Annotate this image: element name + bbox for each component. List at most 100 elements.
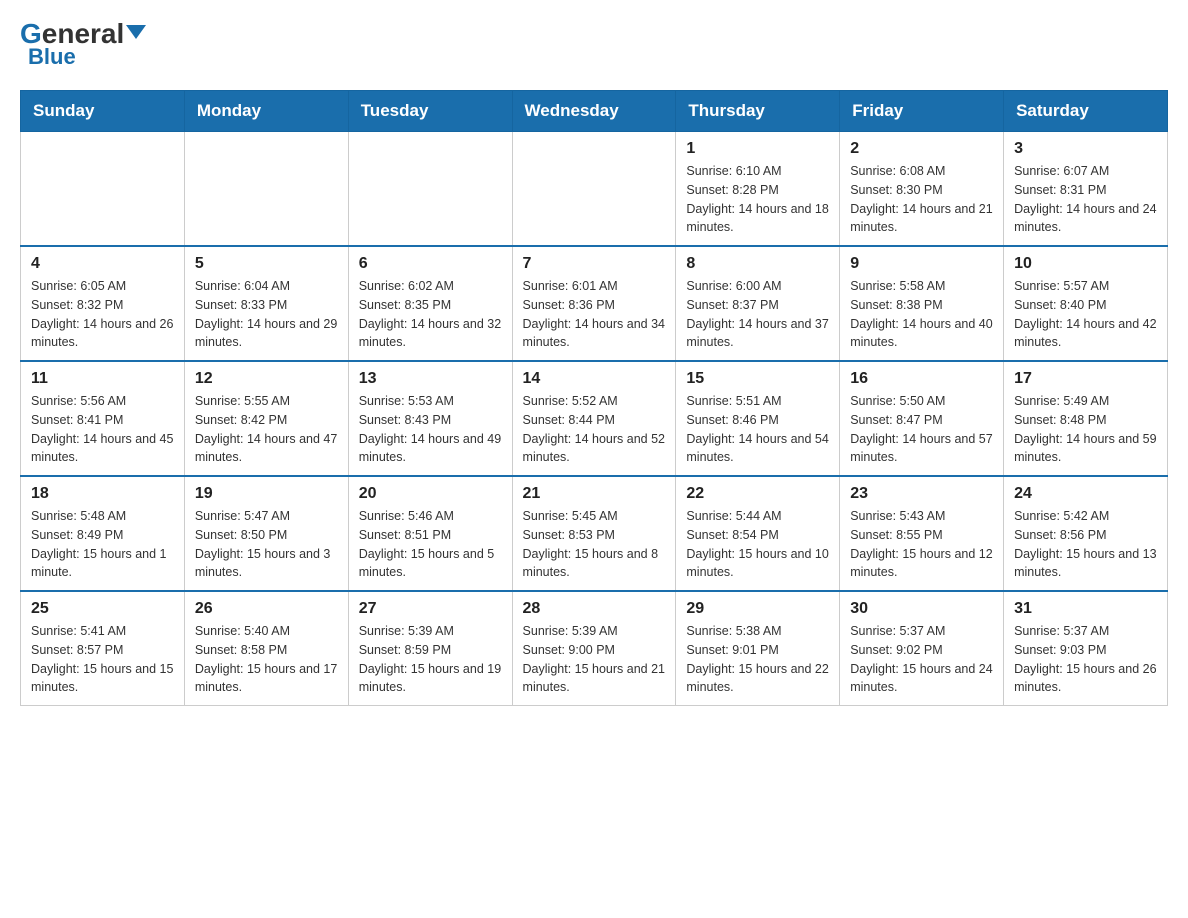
calendar-cell: 26 Sunrise: 5:40 AMSunset: 8:58 PMDayligh… [184,591,348,706]
day-number: 27 [359,600,502,618]
day-number: 2 [850,140,993,158]
weekday-header-wednesday: Wednesday [512,91,676,132]
calendar-cell: 10 Sunrise: 5:57 AMSunset: 8:40 PMDayligh… [1004,246,1168,361]
day-info: Sunrise: 6:00 AMSunset: 8:37 PMDaylight:… [686,277,829,352]
day-number: 13 [359,370,502,388]
calendar-cell: 27 Sunrise: 5:39 AMSunset: 8:59 PMDayligh… [348,591,512,706]
day-info: Sunrise: 6:05 AMSunset: 8:32 PMDaylight:… [31,277,174,352]
calendar-cell: 1 Sunrise: 6:10 AMSunset: 8:28 PMDaylight… [676,132,840,247]
weekday-header-monday: Monday [184,91,348,132]
weekday-header-friday: Friday [840,91,1004,132]
calendar-cell: 5 Sunrise: 6:04 AMSunset: 8:33 PMDaylight… [184,246,348,361]
calendar-cell: 22 Sunrise: 5:44 AMSunset: 8:54 PMDayligh… [676,476,840,591]
calendar-cell: 19 Sunrise: 5:47 AMSunset: 8:50 PMDayligh… [184,476,348,591]
day-number: 7 [523,255,666,273]
day-number: 16 [850,370,993,388]
logo-triangle-icon [126,25,146,39]
day-info: Sunrise: 5:46 AMSunset: 8:51 PMDaylight:… [359,507,502,582]
day-info: Sunrise: 5:40 AMSunset: 8:58 PMDaylight:… [195,622,338,697]
calendar-cell [21,132,185,247]
day-info: Sunrise: 5:51 AMSunset: 8:46 PMDaylight:… [686,392,829,467]
calendar-week-row: 4 Sunrise: 6:05 AMSunset: 8:32 PMDaylight… [21,246,1168,361]
day-info: Sunrise: 6:08 AMSunset: 8:30 PMDaylight:… [850,162,993,237]
day-number: 18 [31,485,174,503]
day-number: 15 [686,370,829,388]
day-number: 26 [195,600,338,618]
day-number: 9 [850,255,993,273]
calendar-cell: 24Sunrise: 5:42 AMSunset: 8:56 PMDayligh… [1004,476,1168,591]
day-info: Sunrise: 6:01 AMSunset: 8:36 PMDaylight:… [523,277,666,352]
calendar-week-row: 25 Sunrise: 5:41 AMSunset: 8:57 PMDayligh… [21,591,1168,706]
day-number: 5 [195,255,338,273]
calendar-cell: 13 Sunrise: 5:53 AMSunset: 8:43 PMDayligh… [348,361,512,476]
day-number: 1 [686,140,829,158]
weekday-header-sunday: Sunday [21,91,185,132]
day-info: Sunrise: 5:45 AMSunset: 8:53 PMDaylight:… [523,507,666,582]
weekday-header-tuesday: Tuesday [348,91,512,132]
calendar-cell: 12 Sunrise: 5:55 AMSunset: 8:42 PMDayligh… [184,361,348,476]
day-info: Sunrise: 5:52 AMSunset: 8:44 PMDaylight:… [523,392,666,467]
calendar-cell: 28Sunrise: 5:39 AMSunset: 9:00 PMDayligh… [512,591,676,706]
calendar-table: SundayMondayTuesdayWednesdayThursdayFrid… [20,90,1168,706]
calendar-cell [184,132,348,247]
day-info: Sunrise: 5:37 AMSunset: 9:02 PMDaylight:… [850,622,993,697]
day-number: 23 [850,485,993,503]
day-info: Sunrise: 5:39 AMSunset: 9:00 PMDaylight:… [523,622,666,697]
calendar-cell: 9 Sunrise: 5:58 AMSunset: 8:38 PMDaylight… [840,246,1004,361]
day-number: 11 [31,370,174,388]
day-number: 12 [195,370,338,388]
calendar-cell [348,132,512,247]
day-number: 20 [359,485,502,503]
day-number: 17 [1014,370,1157,388]
day-info: Sunrise: 5:56 AMSunset: 8:41 PMDaylight:… [31,392,174,467]
day-number: 19 [195,485,338,503]
calendar-cell: 2 Sunrise: 6:08 AMSunset: 8:30 PMDaylight… [840,132,1004,247]
day-info: Sunrise: 5:39 AMSunset: 8:59 PMDaylight:… [359,622,502,697]
day-number: 14 [523,370,666,388]
day-number: 30 [850,600,993,618]
day-number: 31 [1014,600,1157,618]
calendar-cell: 31 Sunrise: 5:37 AMSunset: 9:03 PMDayligh… [1004,591,1168,706]
calendar-week-row: 1 Sunrise: 6:10 AMSunset: 8:28 PMDaylight… [21,132,1168,247]
day-info: Sunrise: 5:37 AMSunset: 9:03 PMDaylight:… [1014,622,1157,697]
day-info: Sunrise: 6:10 AMSunset: 8:28 PMDaylight:… [686,162,829,237]
day-info: Sunrise: 5:57 AMSunset: 8:40 PMDaylight:… [1014,277,1157,352]
day-number: 22 [686,485,829,503]
day-info: Sunrise: 5:55 AMSunset: 8:42 PMDaylight:… [195,392,338,467]
day-number: 29 [686,600,829,618]
day-number: 3 [1014,140,1157,158]
calendar-week-row: 18Sunrise: 5:48 AMSunset: 8:49 PMDayligh… [21,476,1168,591]
calendar-cell: 30 Sunrise: 5:37 AMSunset: 9:02 PMDayligh… [840,591,1004,706]
day-info: Sunrise: 5:53 AMSunset: 8:43 PMDaylight:… [359,392,502,467]
calendar-cell: 11 Sunrise: 5:56 AMSunset: 8:41 PMDayligh… [21,361,185,476]
day-info: Sunrise: 6:04 AMSunset: 8:33 PMDaylight:… [195,277,338,352]
day-info: Sunrise: 6:07 AMSunset: 8:31 PMDaylight:… [1014,162,1157,237]
weekday-header-saturday: Saturday [1004,91,1168,132]
day-number: 6 [359,255,502,273]
page-header: General Blue [20,20,1168,70]
calendar-cell: 8 Sunrise: 6:00 AMSunset: 8:37 PMDaylight… [676,246,840,361]
day-info: Sunrise: 5:43 AMSunset: 8:55 PMDaylight:… [850,507,993,582]
day-info: Sunrise: 5:58 AMSunset: 8:38 PMDaylight:… [850,277,993,352]
calendar-week-row: 11 Sunrise: 5:56 AMSunset: 8:41 PMDayligh… [21,361,1168,476]
calendar-cell: 20 Sunrise: 5:46 AMSunset: 8:51 PMDayligh… [348,476,512,591]
calendar-cell: 18Sunrise: 5:48 AMSunset: 8:49 PMDayligh… [21,476,185,591]
day-number: 8 [686,255,829,273]
calendar-cell: 29 Sunrise: 5:38 AMSunset: 9:01 PMDayligh… [676,591,840,706]
calendar-cell: 25 Sunrise: 5:41 AMSunset: 8:57 PMDayligh… [21,591,185,706]
calendar-cell: 21 Sunrise: 5:45 AMSunset: 8:53 PMDayligh… [512,476,676,591]
day-number: 24 [1014,485,1157,503]
day-info: Sunrise: 5:38 AMSunset: 9:01 PMDaylight:… [686,622,829,697]
day-number: 10 [1014,255,1157,273]
day-info: Sunrise: 6:02 AMSunset: 8:35 PMDaylight:… [359,277,502,352]
calendar-cell: 17Sunrise: 5:49 AMSunset: 8:48 PMDayligh… [1004,361,1168,476]
calendar-cell: 23 Sunrise: 5:43 AMSunset: 8:55 PMDayligh… [840,476,1004,591]
calendar-cell: 6 Sunrise: 6:02 AMSunset: 8:35 PMDaylight… [348,246,512,361]
day-number: 21 [523,485,666,503]
day-info: Sunrise: 5:41 AMSunset: 8:57 PMDaylight:… [31,622,174,697]
calendar-cell: 14 Sunrise: 5:52 AMSunset: 8:44 PMDayligh… [512,361,676,476]
day-number: 25 [31,600,174,618]
day-info: Sunrise: 5:47 AMSunset: 8:50 PMDaylight:… [195,507,338,582]
day-number: 4 [31,255,174,273]
day-info: Sunrise: 5:44 AMSunset: 8:54 PMDaylight:… [686,507,829,582]
